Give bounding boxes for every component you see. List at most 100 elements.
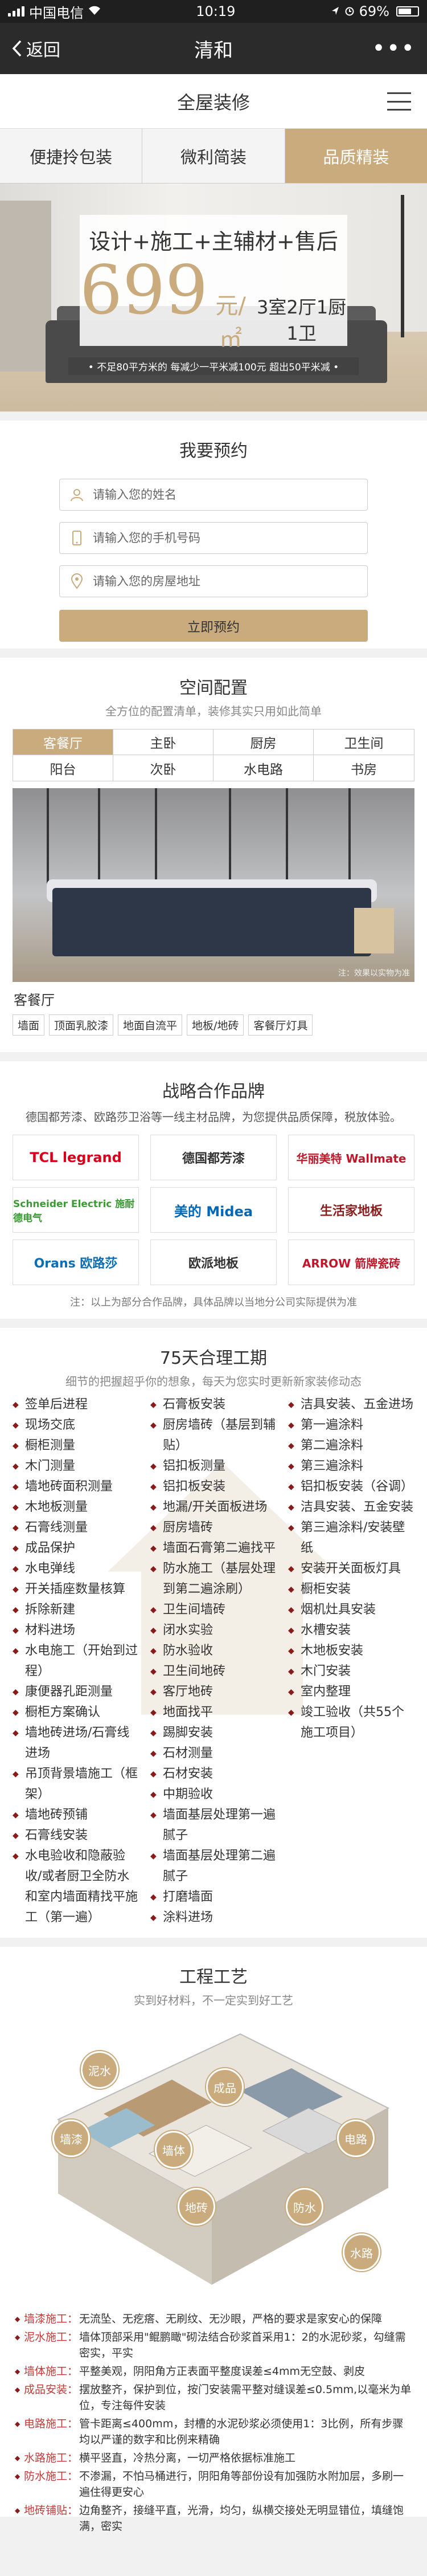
schedule-item-text: 安装开关面板灯具 <box>301 1562 401 1576</box>
schedule-item: ◆ 竣工验收（共55个施工项目） <box>288 1702 414 1743</box>
hamburger-menu-icon[interactable] <box>387 92 411 111</box>
bullet-icon: ◆ <box>150 1544 157 1553</box>
bullet-icon: ◆ <box>150 1688 157 1697</box>
space-tab-balcony[interactable]: 阳台 <box>13 755 113 781</box>
space-tab-kitchen[interactable]: 厨房 <box>214 729 314 755</box>
schedule-item-text: 闭水实验 <box>163 1623 214 1637</box>
craft-legend-item: ◆ 墙体施工： 平整美观，阴阳角方正表面平整度误差≤4mm无空鼓、剥皮 <box>15 2363 412 2379</box>
brand-logo-dufa: 德国都芳漆 <box>150 1135 277 1180</box>
schedule-item-text: 烟机灶具安装 <box>301 1603 376 1617</box>
schedule-item-text: 木门测量 <box>25 1459 76 1473</box>
address-input[interactable] <box>93 574 321 588</box>
schedule-item-text: 橱柜方案确认 <box>25 1705 101 1719</box>
craft-label-plaster: 泥水 <box>81 2051 118 2089</box>
bullet-icon: ◆ <box>150 1852 157 1861</box>
schedule-item-text: 中期验收 <box>163 1787 214 1801</box>
bullet-icon: ◆ <box>150 1749 157 1758</box>
schedule-item: ◆ 地面找平 <box>150 1702 277 1723</box>
schedule-item: ◆ 铝扣板安装 <box>150 1477 277 1497</box>
schedule-item: ◆ 墙面基层处理第一遍腻子 <box>150 1805 277 1846</box>
schedule-item-text: 踢脚安装 <box>163 1726 214 1740</box>
schedule-item: ◆ 橱柜方案确认 <box>13 1702 139 1723</box>
submit-booking-button[interactable]: 立即预约 <box>59 610 368 642</box>
space-tab-bathroom[interactable]: 卫生间 <box>314 729 414 755</box>
bullet-icon: ◆ <box>150 1462 157 1471</box>
craft-legend-item: ◆ 水路施工： 横平竖直，冷热分离，一切严格依据标准施工 <box>15 2450 412 2466</box>
schedule-item: ◆ 客厅地砖 <box>150 1682 277 1702</box>
space-tab-master-bedroom[interactable]: 主卧 <box>113 729 214 755</box>
image-watermark: 注：效果以实物为准 <box>338 969 410 978</box>
hero-price-row: 699 元/㎡ 3室2厅1厨1卫 <box>80 256 347 353</box>
schedule-plan: ◆ 签单后进程 ◆ 现场交底 ◆ 橱柜测量 ◆ 木门测量 ◆ 墙地砖面积测量 ◆ 木地板测量 ◆ 石膏线测… <box>0 1389 427 1945</box>
craft-legend-key: 水路施工： <box>24 2452 79 2464</box>
schedule-item-text: 第三遍涂料/安装壁纸 <box>301 1521 405 1555</box>
craft-label-tile: 地砖 <box>178 2188 215 2226</box>
bullet-icon: ◆ <box>13 1400 19 1409</box>
hero-panel: 设计+施工+主辅材+售后 699 元/㎡ 3室2厅1厨1卫 <box>80 215 347 352</box>
schedule-item-text: 第一遍涂料 <box>301 1418 364 1432</box>
space-tab-study[interactable]: 书房 <box>314 755 414 781</box>
schedule-item-text: 拆除新建 <box>25 1603 76 1617</box>
bullet-icon: ◆ <box>15 2472 20 2480</box>
craft-legend-item: ◆ 防水施工： 不渗漏，不怕马桶进行，阴阳角等部份设有加强防水附加层，多刷一遍住得更… <box>15 2468 412 2500</box>
schedule-item-text: 成品保护 <box>25 1541 76 1555</box>
schedule-item: ◆ 吊顶背景墙施工（框架） <box>13 1764 139 1805</box>
schedule-item-text: 防水施工（基层处理到第二遍涂刷） <box>163 1562 276 1596</box>
tab-simple[interactable]: 微利简装 <box>142 129 285 183</box>
schedule-item: ◆ 铝扣板测量 <box>150 1456 277 1477</box>
craft-section: 工程工艺 实到好材料，不一定实到好工艺 泥水 成品 墙漆 墙体 电路 地砖 防水… <box>0 1947 427 2533</box>
phone-field[interactable] <box>59 522 368 554</box>
bullet-icon: ◆ <box>13 1544 19 1553</box>
schedule-item: ◆ 石膏板安装 <box>150 1395 277 1415</box>
schedule-item: ◆ 石材安装 <box>150 1764 277 1784</box>
tab-convenient[interactable]: 便捷拎包装 <box>0 129 143 183</box>
partners-section: 战略合作品牌 德国都芳漆、欧路莎卫浴等一线主材品牌，为您提供品质保障，税放体验。… <box>0 1061 427 1319</box>
address-field[interactable] <box>59 565 368 597</box>
phone-input[interactable] <box>93 531 321 545</box>
schedule-item: ◆ 卫生间地砖 <box>150 1661 277 1682</box>
signal-icon <box>8 6 24 17</box>
map-pin-icon <box>68 572 86 590</box>
bullet-icon: ◆ <box>13 1585 19 1594</box>
bullet-icon: ◆ <box>150 1770 157 1779</box>
bullet-icon: ◆ <box>288 1441 294 1450</box>
craft-legend-item: ◆ 成品安装： 摆放整齐，保护到位，按门安装需平整对缝误差≤0.5mm,以毫米为单位… <box>15 2382 412 2414</box>
bullet-icon: ◆ <box>150 1646 157 1656</box>
schedule-item: ◆ 室内整理 <box>288 1682 414 1702</box>
brand-logo-oppein: 欧派地板 <box>150 1240 277 1285</box>
bullet-icon: ◆ <box>288 1523 294 1532</box>
bullet-icon: ◆ <box>13 1462 19 1471</box>
schedule-item: ◆ 墙面石膏第二遍找平 <box>150 1538 277 1559</box>
schedule-item: ◆ 厨房墙砖（基层到辅贴） <box>150 1415 277 1456</box>
bullet-icon: ◆ <box>13 1708 19 1717</box>
schedule-item-text: 墙地砖进场/石膏线进场 <box>25 1726 130 1760</box>
schedule-column-2: ◆ 石膏板安装 ◆ 厨房墙砖（基层到辅贴） ◆ 铝扣板测量 ◆ 铝扣板安装 ◆ 地漏/开关面板进场… <box>150 1395 277 1928</box>
space-tab-second-bedroom[interactable]: 次卧 <box>113 755 214 781</box>
bullet-icon: ◆ <box>288 1564 294 1574</box>
back-button[interactable]: 返回 <box>11 36 60 61</box>
space-tab-plumbing[interactable]: 水电路 <box>214 755 314 781</box>
bullet-icon: ◆ <box>288 1585 294 1594</box>
schedule-item: ◆ 踢脚安装 <box>150 1723 277 1743</box>
name-input[interactable] <box>93 488 321 502</box>
status-right: 69% <box>331 3 419 19</box>
bullet-icon: ◆ <box>13 1605 19 1615</box>
hero-unit: 元/㎡ <box>215 293 246 352</box>
brand-logo-arrow: ARROW 箭牌瓷砖 <box>288 1240 414 1285</box>
craft-legend-text: 平整美观，阴阳角方正表面平整度误差≤4mm无空鼓、剥皮 <box>79 2365 366 2378</box>
schedule-item: ◆ 防水施工（基层处理到第二遍涂刷） <box>150 1559 277 1600</box>
partners-subtitle: 德国都芳漆、欧路莎卫浴等一线主材品牌，为您提供品质保障，税放体验。 <box>26 1110 401 1124</box>
craft-legend: ◆ 墙漆施工： 无流坠、无疙瘩、无刷纹、无沙眼，严格的要求是家安心的保障 ◆ 泥水施工：… <box>0 2302 427 2551</box>
bullet-icon: ◆ <box>15 2386 20 2394</box>
name-field[interactable] <box>59 479 368 511</box>
space-tab-living[interactable]: 客餐厅 <box>13 729 113 755</box>
status-bar: 中国电信 10:19 69% <box>0 0 427 23</box>
phone-icon <box>68 529 86 547</box>
schedule-item-text: 开关插座数量核算 <box>25 1582 126 1596</box>
bullet-icon: ◆ <box>288 1708 294 1717</box>
bullet-icon: ◆ <box>13 1770 19 1779</box>
schedule-item: ◆ 水槽安装 <box>288 1620 414 1641</box>
more-menu-button[interactable]: ••• <box>372 35 416 62</box>
bullet-icon: ◆ <box>13 1831 19 1840</box>
tab-premium[interactable]: 品质精装 <box>285 129 427 183</box>
